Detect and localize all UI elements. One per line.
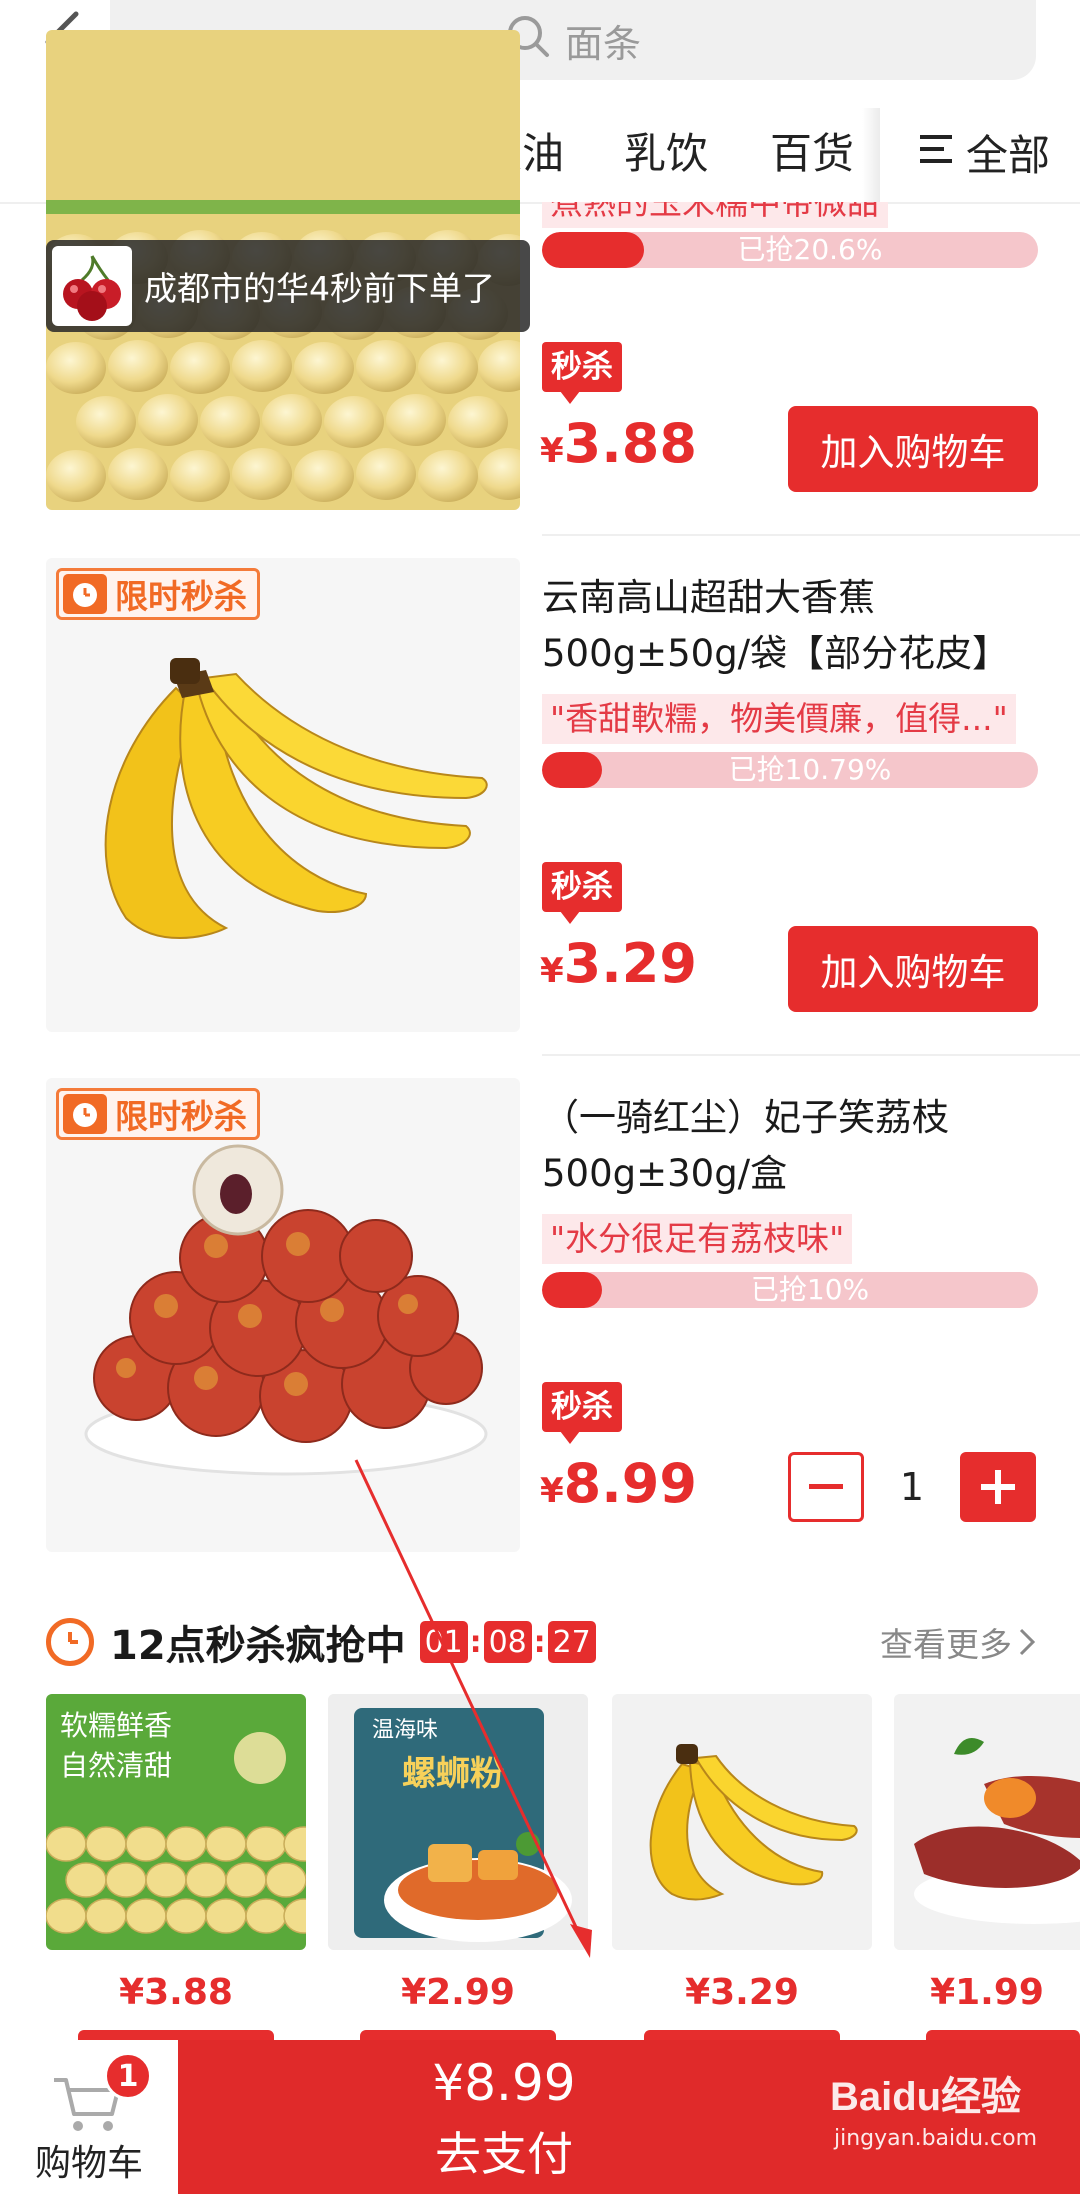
limited-flash-sale-tag: 限时秒杀 [56,568,260,620]
chevron-right-icon [1019,1628,1036,1656]
countdown-minutes: 08 [483,1621,532,1663]
mini-product-sweet-potato[interactable]: ¥1.99 [894,1694,1080,2013]
sold-progress-label: 已抢10.79% [728,753,892,786]
row-divider [542,534,1080,536]
countdown-separator: : [469,1624,482,1660]
countdown-hours: 01 [419,1621,468,1663]
mini-product-image: 温海味 螺蛳粉 [328,1694,588,1950]
mini-product-price: ¥3.29 [685,1972,799,2013]
see-more-label: 查看更多 [880,1625,1012,1664]
mini-brand: 温海味 [372,1718,439,1743]
flash-sale-badge: 秒杀 [542,342,622,404]
quantity-increase-button[interactable] [960,1452,1036,1522]
sold-progress-bar: 已抢20.6% [542,232,1038,268]
tab-scroll-shadow [862,108,880,204]
product-price: ¥3.29 [540,932,697,995]
alarm-clock-icon [63,1094,107,1134]
flash-tag-label: 限时秒杀 [115,577,247,616]
add-to-cart-button[interactable]: 加入购物车 [788,406,1038,492]
sold-progress-label: 已抢10% [750,1273,870,1306]
watermark-brand: Baidu经验 [830,2075,1022,2119]
cart-tab[interactable]: 1 购物车 [0,2040,178,2194]
flash-tag-label: 限时秒杀 [115,1097,247,1136]
plus-icon [981,1470,1015,1504]
see-more-link[interactable]: 查看更多 [880,1618,1036,1666]
mini-product-image: 软糯鲜香 自然清甜 [46,1694,306,1950]
alarm-clock-icon [63,574,107,614]
countdown-seconds: 27 [547,1621,596,1663]
countdown-separator: : [533,1624,546,1660]
quantity-value[interactable]: 1 [880,1452,944,1522]
cart-tab-label: 购物车 [34,2143,143,2184]
mini-product-image [612,1694,872,1950]
mini-product-banana[interactable]: ¥3.29 [612,1694,872,2013]
order-notification-toast: 成都市的华4秒前下单了 [46,240,530,332]
all-categories-button[interactable]: 全部 [918,122,1050,183]
product-quote: "香甜軟糯，物美價廉，值得..." [542,694,1016,744]
mini-product-image [894,1694,1080,1950]
search-placeholder: 面条 [564,21,641,66]
baidu-watermark: Baidu经验 jingyan.baidu.com [830,2064,1060,2174]
mini-caption: 软糯鲜香 自然清甜 [60,1709,173,1782]
add-to-cart-button[interactable]: 加入购物车 [788,926,1038,1012]
all-categories-label: 全部 [966,131,1051,180]
clock-icon [46,1618,94,1666]
product-title[interactable]: （一骑红尘）妃子笑荔枝500g±30g/盒 [542,1090,1042,1202]
product-title[interactable]: 云南高山超甜大香蕉500g±50g/袋【部分花皮】 [542,570,1042,682]
quantity-decrease-button[interactable] [788,1452,864,1522]
flash-sale-section-header: 12点秒杀疯抢中 01 : 08 : 27 查看更多 [46,1612,1036,1672]
mini-product-name: 螺蛳粉 [402,1754,504,1794]
watermark-url: jingyan.baidu.com [834,2126,1038,2151]
product-quote: "水分很足有荔枝味" [542,1214,853,1264]
section-title: 12点秒杀疯抢中 [110,1623,406,1669]
product-image-lychee[interactable]: 限时秒杀 [46,1078,520,1552]
tab-dairy-drinks[interactable]: 乳饮 [624,120,708,181]
toast-text: 成都市的华4秒前下单了 [144,269,495,308]
row-divider [542,1054,1080,1056]
product-price: ¥8.99 [540,1452,697,1515]
minus-icon [809,1484,843,1489]
mini-product-corn[interactable]: 软糯鲜香 自然清甜 ¥3.88 [46,1694,306,2013]
cherry-avatar [52,246,132,326]
cart-count-badge: 1 [104,2052,152,2100]
limited-flash-sale-tag: 限时秒杀 [56,1088,260,1140]
sold-progress-label: 已抢20.6% [737,233,883,266]
flash-sale-badge: 秒杀 [542,1382,622,1444]
sold-progress-bar: 已抢10.79% [542,752,1038,788]
sold-progress-bar: 已抢10% [542,1272,1038,1308]
flash-sale-badge: 秒杀 [542,862,622,924]
mini-product-price: ¥3.88 [119,1972,233,2013]
list-menu-icon [918,128,956,177]
mini-product-price: ¥1.99 [930,1972,1044,2013]
mini-product-noodles[interactable]: 温海味 螺蛳粉 ¥2.99 [328,1694,588,2013]
mini-product-price: ¥2.99 [401,1972,515,2013]
product-price: ¥3.88 [540,412,697,475]
product-image-banana[interactable]: 限时秒杀 [46,558,520,1032]
tab-general-goods[interactable]: 百货 [770,120,854,181]
